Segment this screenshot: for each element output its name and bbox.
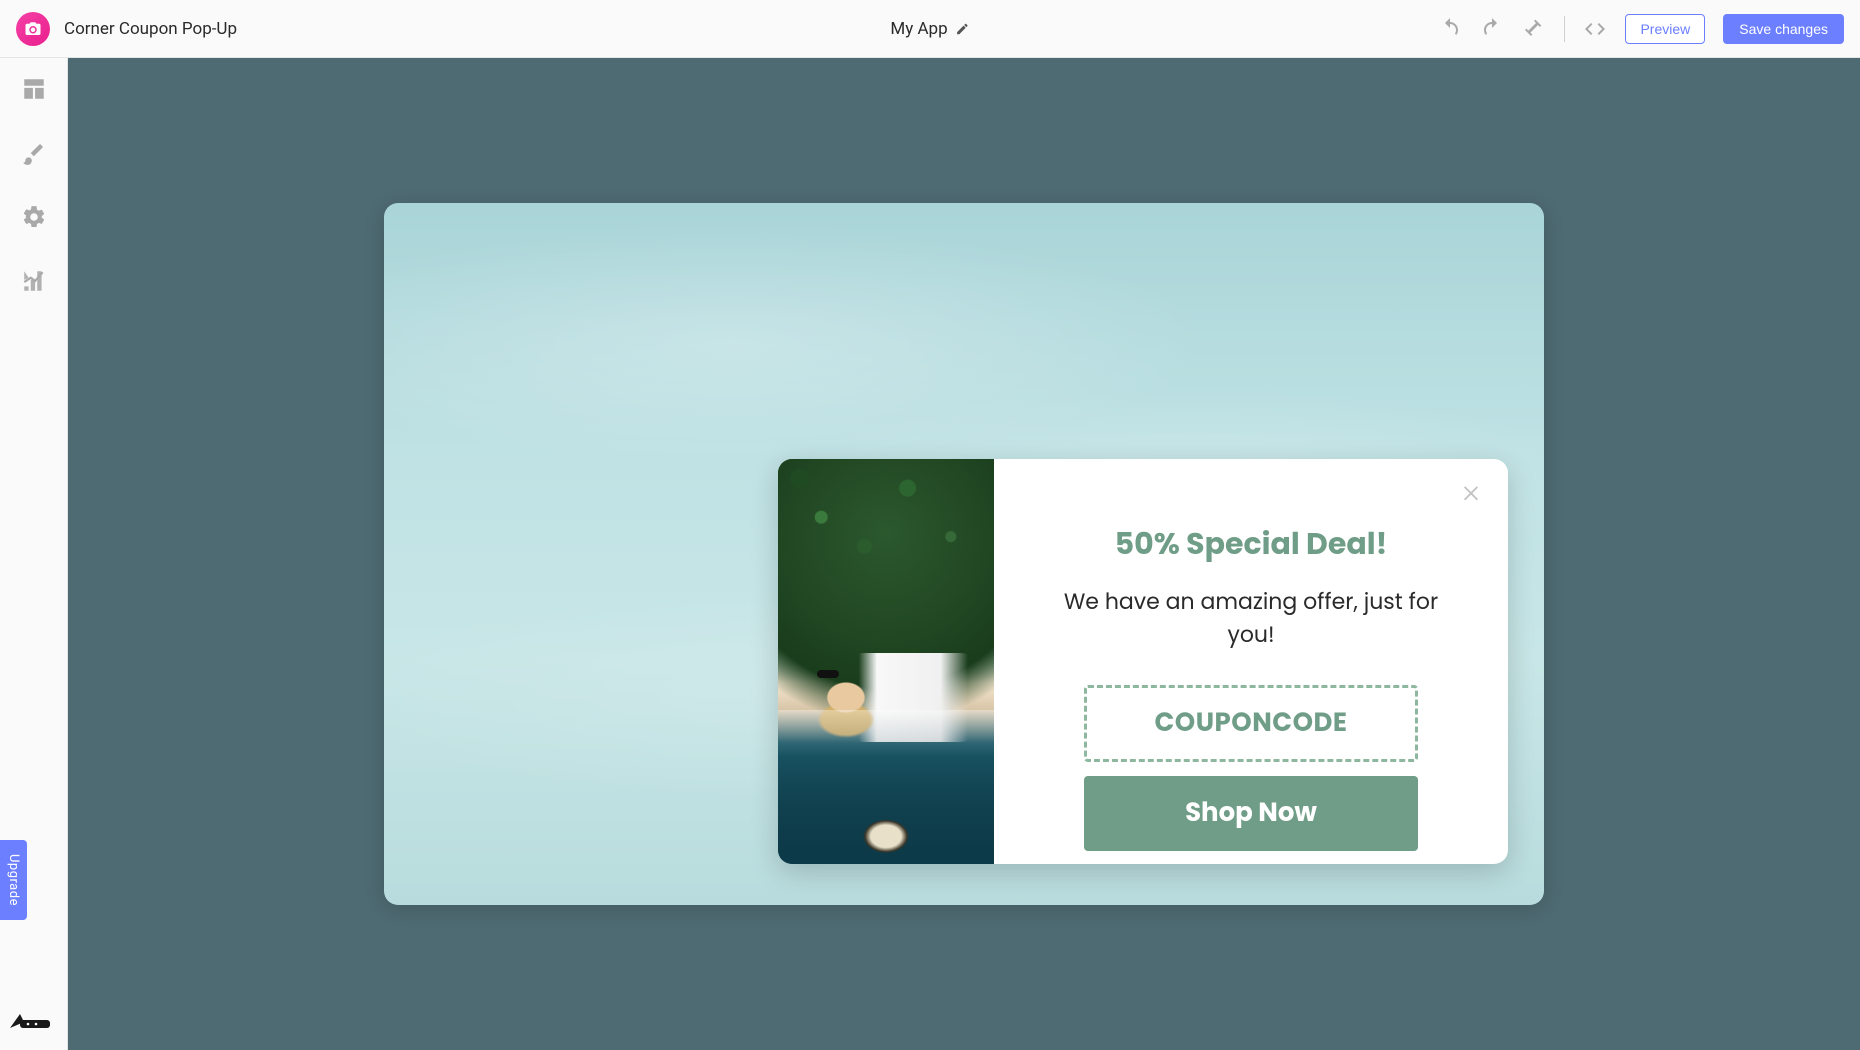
popup-title: 50% Special Deal! <box>1115 521 1388 567</box>
canvas: 50% Special Deal! We have an amazing off… <box>68 58 1860 1050</box>
brush-icon[interactable] <box>21 140 47 166</box>
preview-stage[interactable]: 50% Special Deal! We have an amazing off… <box>384 203 1544 905</box>
layout-icon[interactable] <box>21 76 47 102</box>
page-title: Corner Coupon Pop-Up <box>64 19 237 39</box>
popup-image-person <box>795 653 976 742</box>
topbar-left: Corner Coupon Pop-Up <box>16 12 237 46</box>
save-button[interactable]: Save changes <box>1723 14 1844 44</box>
app-logo[interactable] <box>16 12 50 46</box>
hammer-icon[interactable] <box>1522 17 1546 41</box>
mascot-icon <box>6 1002 54 1030</box>
popup-body: 50% Special Deal! We have an amazing off… <box>994 459 1508 864</box>
app-name-group: My App <box>890 19 969 39</box>
edit-icon[interactable] <box>956 22 970 36</box>
gear-icon[interactable] <box>21 204 47 230</box>
coupon-code-box[interactable]: COUPONCODE <box>1084 685 1418 762</box>
shop-now-button[interactable]: Shop Now <box>1084 776 1418 851</box>
popup-image <box>778 459 994 864</box>
app-name: My App <box>890 19 947 39</box>
close-icon <box>1460 481 1482 503</box>
toolbar-separator <box>1564 16 1565 42</box>
preview-button[interactable]: Preview <box>1625 14 1705 44</box>
redo-icon[interactable] <box>1480 17 1504 41</box>
upgrade-tab[interactable]: Upgrade <box>0 840 27 920</box>
popup-subtitle: We have an amazing offer, just for you! <box>1046 585 1456 651</box>
topbar-right: Preview Save changes <box>1438 14 1844 44</box>
undo-icon[interactable] <box>1438 17 1462 41</box>
logo-icon <box>24 20 42 38</box>
analytics-icon[interactable] <box>21 268 47 294</box>
coupon-popup: 50% Special Deal! We have an amazing off… <box>778 459 1508 864</box>
code-icon[interactable] <box>1583 17 1607 41</box>
topbar: Corner Coupon Pop-Up My App Preview Save… <box>0 0 1860 58</box>
popup-close-button[interactable] <box>1456 477 1486 507</box>
popup-image-sunglasses <box>817 670 839 678</box>
